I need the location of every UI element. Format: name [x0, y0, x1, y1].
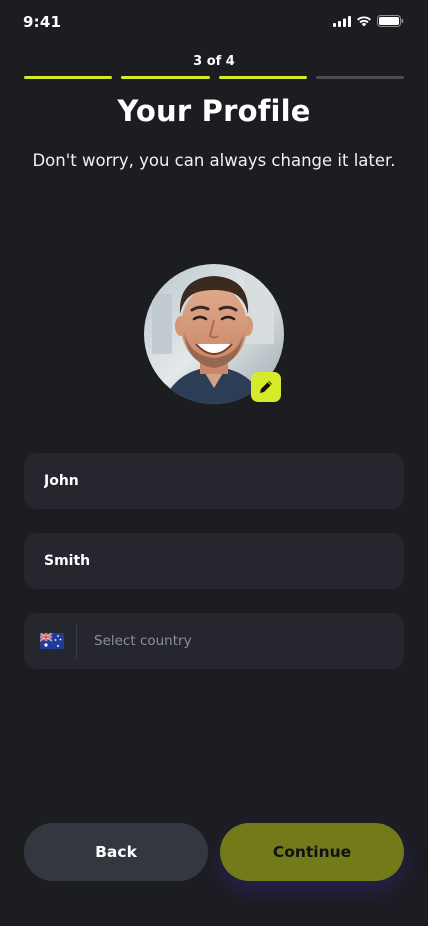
continue-button[interactable]: Continue	[220, 823, 404, 881]
battery-icon	[377, 15, 404, 27]
pencil-icon	[260, 381, 272, 393]
page-subtitle: Don't worry, you can always change it la…	[32, 151, 396, 170]
last-name-field[interactable]	[24, 533, 404, 589]
edit-avatar-button[interactable]	[251, 372, 281, 402]
back-button[interactable]: Back	[24, 823, 208, 881]
first-name-field[interactable]	[24, 453, 404, 509]
status-icons	[333, 15, 404, 27]
country-placeholder[interactable]: Select country	[94, 633, 192, 649]
wifi-icon	[357, 16, 371, 27]
progress-segment-4	[315, 76, 404, 79]
status-bar: 9:41	[0, 0, 428, 44]
field-divider	[76, 623, 77, 659]
signal-icon	[333, 15, 351, 27]
page-title: Your Profile	[117, 94, 311, 128]
australia-flag-icon[interactable]	[40, 633, 64, 649]
country-select[interactable]: Select country	[24, 613, 404, 669]
progress-segment-3	[218, 76, 307, 79]
last-name-input[interactable]	[24, 533, 404, 589]
status-time: 9:41	[23, 13, 62, 31]
progress-segment-2	[121, 76, 210, 79]
progress-bar	[24, 76, 404, 79]
progress-segment-1	[24, 76, 113, 79]
step-indicator: 3 of 4	[193, 54, 235, 69]
first-name-input[interactable]	[24, 453, 404, 509]
